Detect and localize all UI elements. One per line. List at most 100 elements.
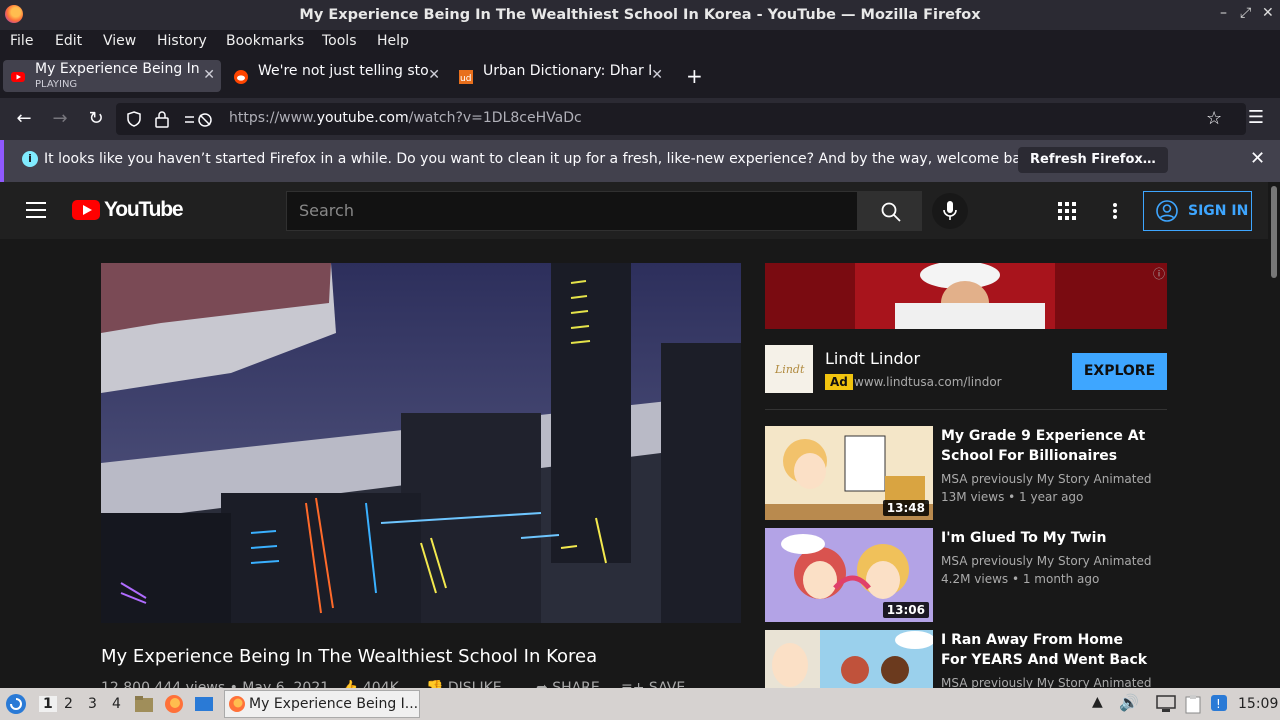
menu-file[interactable]: File <box>10 33 33 49</box>
tab-strip: My Experience Being In The PLAYING ✕ We'… <box>0 56 1280 98</box>
taskbar-window-title: My Experience Being I... <box>249 696 419 712</box>
workspace-2[interactable]: 2 <box>64 696 73 712</box>
menu-help[interactable]: Help <box>377 33 409 49</box>
tab-youtube[interactable]: My Experience Being In The PLAYING ✕ <box>3 60 221 92</box>
menu-bar: File Edit View History Bookmarks Tools H… <box>0 30 1280 54</box>
menu-edit[interactable]: Edit <box>55 33 82 49</box>
workspace-3[interactable]: 3 <box>88 696 97 712</box>
file-manager-icon[interactable] <box>134 694 154 714</box>
tab-label: My Experience Being In The <box>35 61 200 77</box>
youtube-icon <box>11 72 25 82</box>
notification-message: It looks like you haven’t started Firefo… <box>44 151 1043 167</box>
start-menu-icon[interactable] <box>5 693 27 715</box>
tab-label: We're not just telling stor <box>258 63 428 79</box>
tray-up-icon[interactable]: ▲ <box>1092 694 1103 710</box>
recommended-video[interactable]: 13:48 My Grade 9 Experience At School Fo… <box>765 426 1167 520</box>
refresh-firefox-button[interactable]: Refresh Firefox… <box>1018 147 1168 173</box>
reload-icon[interactable]: ↻ <box>85 108 107 129</box>
new-tab-button[interactable]: + <box>686 64 703 88</box>
permissions-icon[interactable] <box>184 112 214 128</box>
video-duration: 13:48 <box>882 500 929 516</box>
recommended-video[interactable]: I Ran Away From Home For YEARS And Went … <box>765 630 1167 688</box>
dislike-button[interactable]: 👎 DISLIKE <box>426 680 502 688</box>
network-icon[interactable] <box>1156 695 1176 713</box>
app-menu-icon[interactable]: ☰ <box>1245 107 1267 128</box>
desktop-icon[interactable] <box>194 694 214 714</box>
menu-bookmarks[interactable]: Bookmarks <box>226 33 304 49</box>
forward-icon[interactable]: → <box>49 108 71 129</box>
recommended-video[interactable]: 13:06 I'm Glued To My Twin MSA previousl… <box>765 528 1167 622</box>
clock: 15:09 <box>1238 696 1279 712</box>
youtube-logo-text[interactable]: YouTube <box>104 198 184 222</box>
updates-icon[interactable]: ! <box>1210 694 1228 712</box>
workspace-4[interactable]: 4 <box>112 696 121 712</box>
search-icon <box>881 202 901 222</box>
more-options-icon[interactable] <box>1112 202 1118 220</box>
lindt-logo-image: Lindt <box>765 345 813 393</box>
apps-grid-icon[interactable] <box>1058 202 1076 220</box>
video-thumbnail[interactable]: 13:06 <box>765 528 933 622</box>
tab-urban-dictionary[interactable]: ud Urban Dictionary: Dhar M ✕ <box>451 60 669 92</box>
back-icon[interactable]: ← <box>13 108 35 129</box>
lindt-logo[interactable]: Lindt <box>765 345 813 393</box>
video-duration: 13:06 <box>882 602 929 618</box>
svg-text:ud: ud <box>460 74 471 84</box>
refresh-firefox-notification: i It looks like you haven’t started Fire… <box>0 140 1280 182</box>
minimize-icon[interactable]: – <box>1220 5 1227 21</box>
sign-in-button[interactable]: SIGN IN <box>1143 191 1252 231</box>
tab-reddit[interactable]: We're not just telling stor ✕ <box>226 60 446 92</box>
video-thumbnail[interactable] <box>765 630 933 688</box>
page-scrollbar[interactable] <box>1268 182 1280 688</box>
url-text[interactable]: https://www.youtube.com/watch?v=1DL8ceHV… <box>229 110 582 126</box>
recommended-video-title[interactable]: I'm Glued To My Twin <box>941 528 1151 548</box>
volume-icon[interactable]: 🔊 <box>1119 693 1139 712</box>
ad-info-icon[interactable]: ⓘ <box>1153 265 1165 282</box>
search-button[interactable] <box>858 191 922 231</box>
voice-search-button[interactable] <box>932 193 968 229</box>
video-meta-row: 12,800,444 views • May 6, 2021 👍 404K 👎 … <box>101 680 685 688</box>
menu-view[interactable]: View <box>103 33 136 49</box>
channel-name[interactable]: MSA previously My Story Animated <box>941 472 1151 486</box>
ad-title[interactable]: Lindt Lindor <box>825 349 920 368</box>
close-window-icon[interactable]: ✕ <box>1262 5 1274 21</box>
firefox-icon <box>229 696 245 712</box>
lock-icon[interactable] <box>154 110 170 128</box>
close-icon[interactable]: ✕ <box>1250 148 1265 169</box>
urban-dictionary-icon: ud <box>459 70 473 84</box>
explore-button[interactable]: EXPLORE <box>1072 353 1167 390</box>
navigation-toolbar: ← → ↻ https://www.youtube.com/watch?v=1D… <box>0 98 1280 140</box>
recommended-video-title[interactable]: I Ran Away From Home For YEARS And Went … <box>941 630 1151 670</box>
workspace-1[interactable]: 1 <box>39 696 57 712</box>
url-bar[interactable]: https://www.youtube.com/watch?v=1DL8ceHV… <box>116 103 1246 135</box>
hamburger-menu-icon[interactable] <box>26 202 46 218</box>
channel-name[interactable]: MSA previously My Story Animated <box>941 676 1151 688</box>
tab-playing-label: PLAYING <box>35 79 78 90</box>
shield-icon[interactable] <box>126 111 142 127</box>
divider <box>765 409 1167 410</box>
svg-text:Lindt: Lindt <box>774 363 805 376</box>
ad-chef-image <box>765 263 1167 329</box>
video-thumbnail[interactable]: 13:48 <box>765 426 933 520</box>
save-button[interactable]: ≡+ SAVE <box>621 680 685 688</box>
bookmark-star-icon[interactable]: ☆ <box>1206 108 1222 129</box>
recommended-video-title[interactable]: My Grade 9 Experience At School For Bill… <box>941 426 1151 466</box>
youtube-logo-icon[interactable] <box>72 200 100 220</box>
like-button[interactable]: 👍 404K <box>341 680 399 688</box>
ad-banner-image[interactable] <box>765 263 1167 329</box>
ad-badge: Ad <box>825 374 853 390</box>
video-player[interactable] <box>101 263 741 623</box>
search-input[interactable]: Search <box>286 191 858 231</box>
tab-close-icon[interactable]: ✕ <box>428 67 440 83</box>
tab-label: Urban Dictionary: Dhar M <box>483 63 651 79</box>
firefox-launcher-icon[interactable] <box>164 694 184 714</box>
taskbar-firefox-window[interactable]: My Experience Being I... <box>224 690 420 718</box>
maximize-icon[interactable]: ⤢ <box>1240 5 1251 21</box>
menu-tools[interactable]: Tools <box>322 33 357 49</box>
account-icon <box>1156 200 1178 222</box>
menu-history[interactable]: History <box>157 33 207 49</box>
clipboard-icon[interactable] <box>1184 694 1202 714</box>
tab-close-icon[interactable]: ✕ <box>651 67 663 83</box>
tab-close-icon[interactable]: ✕ <box>203 67 215 83</box>
channel-name[interactable]: MSA previously My Story Animated <box>941 554 1151 568</box>
share-button[interactable]: ➦ SHARE <box>536 680 600 688</box>
